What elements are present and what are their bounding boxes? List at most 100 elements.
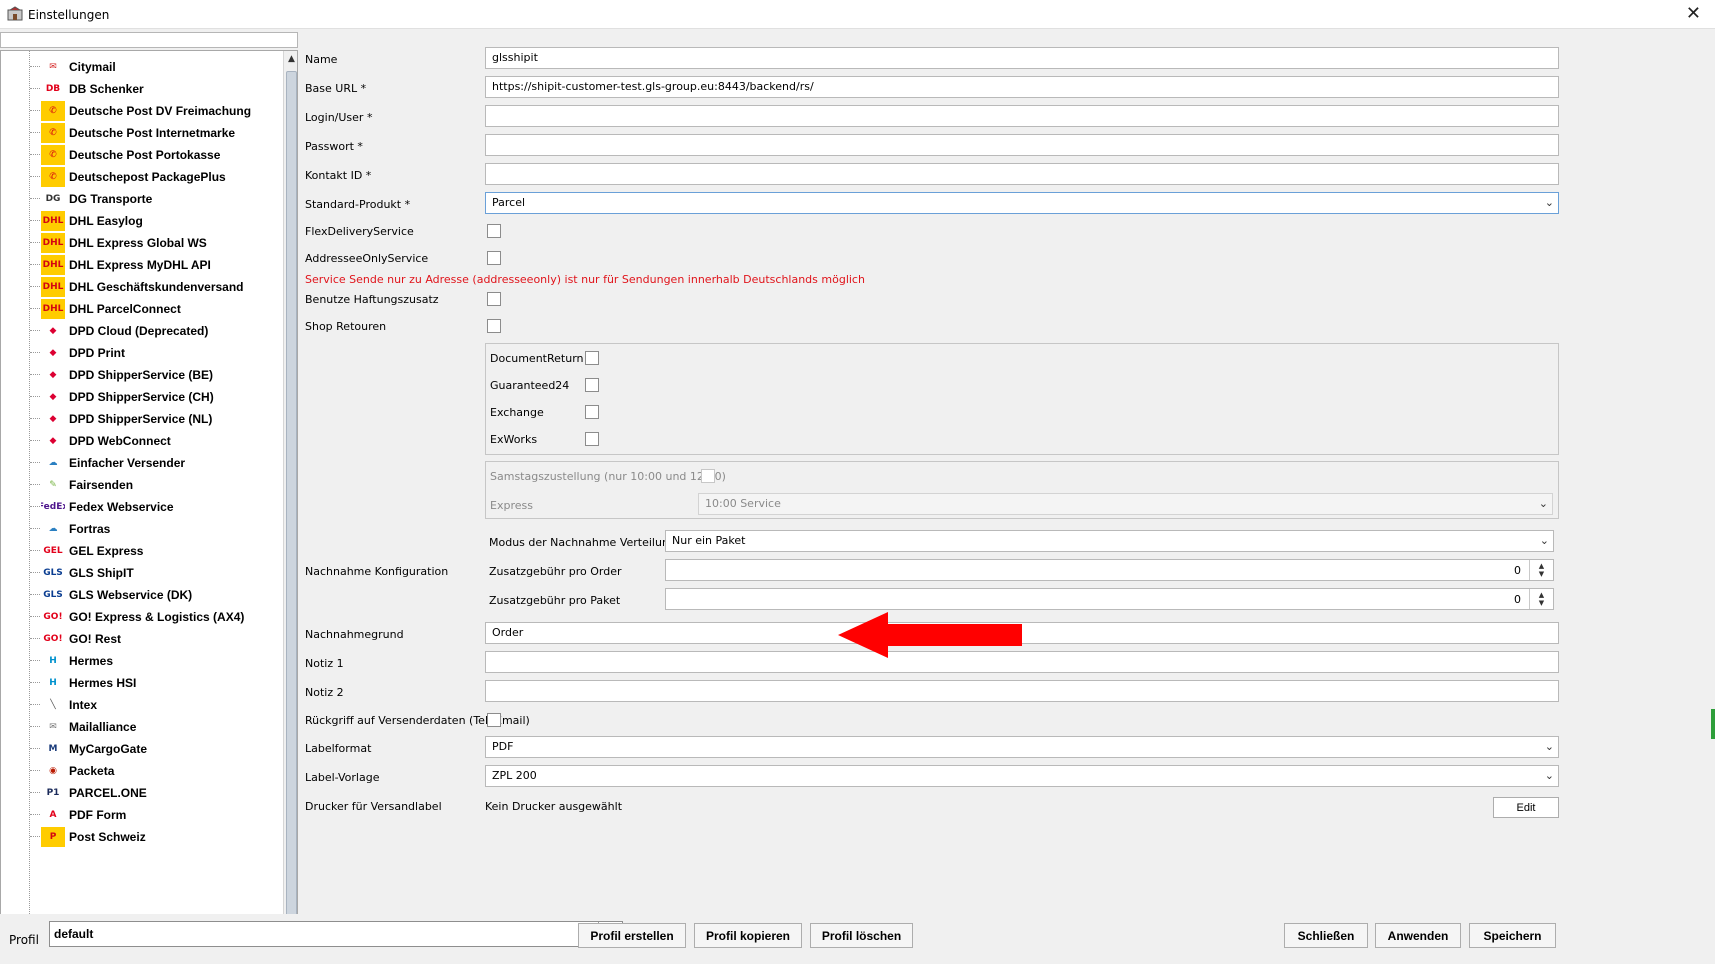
provider-logo-icon: ✉ <box>49 61 57 72</box>
exchange-checkbox[interactable] <box>585 405 599 419</box>
sender-fallback-checkbox[interactable] <box>487 713 501 727</box>
provider-list-item[interactable]: GEL GEL Express <box>1 539 283 563</box>
provider-list-item[interactable]: ◆ DPD Cloud (Deprecated) <box>1 319 283 343</box>
provider-list-item[interactable]: DHL DHL Easylog <box>1 209 283 233</box>
guaranteed24-checkbox[interactable] <box>585 378 599 392</box>
document-return-checkbox[interactable] <box>585 351 599 365</box>
delete-profile-button[interactable]: Profil löschen <box>810 923 913 948</box>
provider-list-item[interactable]: GLS GLS Webservice (DK) <box>1 583 283 607</box>
provider-list-item[interactable]: ◉ Packeta <box>1 759 283 783</box>
tree-connector <box>30 110 40 111</box>
provider-list-item[interactable]: ✆ Deutsche Post DV Freimachung <box>1 99 283 123</box>
shop-returns-checkbox[interactable] <box>487 319 501 333</box>
provider-list-item[interactable]: ✉ Mailalliance <box>1 715 283 739</box>
save-button[interactable]: Speichern <box>1469 923 1556 948</box>
tree-connector <box>30 616 40 617</box>
provider-logo-icon: ✆ <box>41 123 65 143</box>
standard-product-value: Parcel <box>492 196 526 209</box>
provider-list-item[interactable]: DG DG Transporte <box>1 187 283 211</box>
note1-input[interactable] <box>485 651 1559 673</box>
saturday-checkbox[interactable] <box>701 469 715 483</box>
provider-list-item[interactable]: ✆ Deutsche Post Internetmarke <box>1 121 283 145</box>
provider-filter-input[interactable] <box>0 32 298 48</box>
express-select[interactable]: 10:00 Service ⌄ <box>698 493 1553 515</box>
provider-list-item[interactable]: M MyCargoGate <box>1 737 283 761</box>
standard-product-select[interactable]: Parcel ⌄ <box>485 192 1559 214</box>
provider-list-item[interactable]: P Post Schweiz <box>1 825 283 849</box>
provider-list-item[interactable]: DHL DHL Geschäftskundenversand <box>1 275 283 299</box>
provider-list-item[interactable]: H Hermes HSI <box>1 671 283 695</box>
provider-list-item[interactable]: ◆ DPD ShipperService (CH) <box>1 385 283 409</box>
exchange-label: Exchange <box>490 406 544 419</box>
cod-mode-select[interactable]: Nur ein Paket ⌄ <box>665 530 1554 552</box>
provider-logo-icon: GLS <box>43 567 63 578</box>
apply-button[interactable]: Anwenden <box>1375 923 1461 948</box>
provider-list-item[interactable]: ◆ DPD ShipperService (BE) <box>1 363 283 387</box>
login-input[interactable] <box>485 105 1559 127</box>
contact-id-label: Kontakt ID * <box>305 169 372 182</box>
provider-list-item[interactable]: ◆ DPD ShipperService (NL) <box>1 407 283 431</box>
provider-logo-icon: FedEx <box>41 501 65 512</box>
provider-list-item[interactable]: DHL DHL Express MyDHL API <box>1 253 283 277</box>
copy-profile-button[interactable]: Profil kopieren <box>694 923 802 948</box>
provider-label: GO! Rest <box>69 632 122 646</box>
addressee-only-checkbox[interactable] <box>487 251 501 265</box>
provider-list-scrollbar[interactable]: ▲ ▼ <box>283 51 297 942</box>
provider-list-item[interactable]: H Hermes <box>1 649 283 673</box>
profile-select[interactable]: default ▼ <box>49 921 623 947</box>
spinner-arrows-icon[interactable]: ▲ ▼ <box>1529 560 1553 580</box>
provider-logo-icon: DHL <box>41 299 65 319</box>
provider-list-item[interactable]: ◆ DPD WebConnect <box>1 429 283 453</box>
provider-list-item[interactable]: ✆ Deutschepost PackagePlus <box>1 165 283 189</box>
provider-list-item[interactable]: GLS GLS ShipIT <box>1 561 283 585</box>
provider-logo-icon: P1 <box>46 787 60 798</box>
provider-list-item[interactable]: FedEx Fedex Webservice <box>1 495 283 519</box>
label-template-select[interactable]: ZPL 200 ⌄ <box>485 765 1559 787</box>
cod-reason-input[interactable]: Order <box>485 622 1559 644</box>
liability-checkbox[interactable] <box>487 292 501 306</box>
tree-connector <box>30 220 40 221</box>
fee-per-order-spinner[interactable]: 0 ▲ ▼ <box>665 559 1554 581</box>
saturday-express-group: Samstagszustellung (nur 10:00 und 12:00)… <box>485 461 1559 519</box>
provider-list-item[interactable]: P1 PARCEL.ONE <box>1 781 283 805</box>
provider-list-item[interactable]: ☁ Fortras <box>1 517 283 541</box>
label-format-select[interactable]: PDF ⌄ <box>485 736 1559 758</box>
provider-list-item[interactable]: ╲ Intex <box>1 693 283 717</box>
exworks-checkbox[interactable] <box>585 432 599 446</box>
scroll-up-icon[interactable]: ▲ <box>284 51 297 67</box>
provider-list-item[interactable]: ☁ Einfacher Versender <box>1 451 283 475</box>
close-button[interactable]: Schließen <box>1284 923 1368 948</box>
printer-edit-button[interactable]: Edit <box>1493 797 1559 818</box>
base-url-input[interactable]: https://shipit-customer-test.gls-group.e… <box>485 76 1559 98</box>
provider-list-item[interactable]: GO! GO! Express & Logistics (AX4) <box>1 605 283 629</box>
scrollbar-thumb[interactable] <box>286 71 297 921</box>
provider-list-item[interactable]: DHL DHL Express Global WS <box>1 231 283 255</box>
contact-id-input[interactable] <box>485 163 1559 185</box>
create-profile-button[interactable]: Profil erstellen <box>578 923 686 948</box>
profile-value: default <box>54 927 94 941</box>
provider-list-item[interactable]: ✉ Citymail <box>1 55 283 79</box>
provider-label: Deutsche Post Internetmarke <box>69 126 236 140</box>
spinner-arrows-icon[interactable]: ▲ ▼ <box>1529 589 1553 609</box>
provider-logo-icon: A <box>49 809 57 820</box>
provider-label: DHL Express Global WS <box>69 236 207 250</box>
tree-connector <box>30 88 40 89</box>
provider-list-item[interactable]: ◆ DPD Print <box>1 341 283 365</box>
name-label: Name <box>305 53 338 66</box>
provider-list-item[interactable]: GO! GO! Rest <box>1 627 283 651</box>
provider-list-item[interactable]: ✆ Deutsche Post Portokasse <box>1 143 283 167</box>
provider-list-item[interactable]: ✎ Fairsenden <box>1 473 283 497</box>
provider-logo-icon: ◉ <box>49 765 57 776</box>
flex-delivery-checkbox[interactable] <box>487 224 501 238</box>
tree-connector <box>30 660 40 661</box>
note2-input[interactable] <box>485 680 1559 702</box>
password-input[interactable] <box>485 134 1559 156</box>
provider-list-item[interactable]: DHL DHL ParcelConnect <box>1 297 283 321</box>
provider-list-item[interactable]: A PDF Form <box>1 803 283 827</box>
close-icon[interactable]: ✕ <box>1686 3 1701 25</box>
name-input[interactable]: glsshipit <box>485 47 1559 69</box>
provider-list-item[interactable]: DB DB Schenker <box>1 77 283 101</box>
provider-logo-icon: ◆ <box>49 435 57 446</box>
fee-per-package-spinner[interactable]: 0 ▲ ▼ <box>665 588 1554 610</box>
provider-logo-icon: ☁ <box>48 523 58 534</box>
